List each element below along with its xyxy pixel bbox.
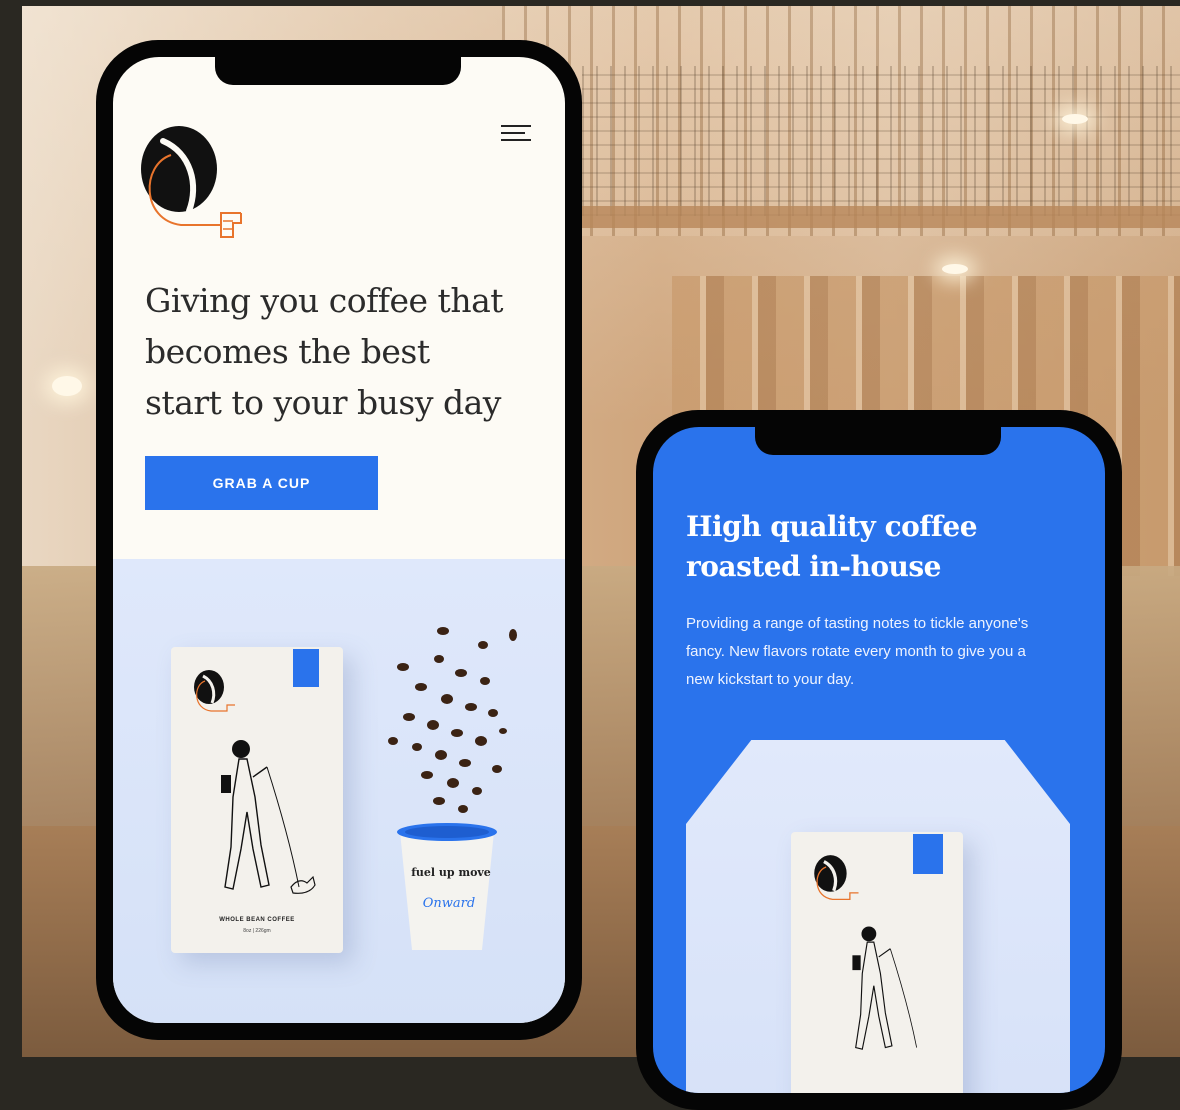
hero-heading: Giving you coffee that becomes the best … <box>145 281 504 422</box>
hamburger-menu-icon[interactable] <box>501 125 531 145</box>
bag-logo-icon <box>194 670 235 712</box>
bag-label: WHOLE BEAN COFFEE <box>219 917 295 923</box>
coffee-bag <box>791 832 963 1093</box>
section-body: Providing a range of tasting notes to ti… <box>686 615 1029 688</box>
bag-tag <box>913 834 943 874</box>
cup-text: fuel up move <box>411 866 491 879</box>
product-showcase-octagon <box>686 740 1070 1093</box>
section-heading: High quality coffee roasted in-house <box>686 510 978 583</box>
bag-logo-icon <box>814 855 859 901</box>
coffee-bag: WHOLE BEAN COFFEE 8oz | 226gm <box>171 647 343 953</box>
phone-mockup-about: High quality coffee roasted in-house Pro… <box>636 410 1122 1110</box>
walking-woman-illustration <box>221 740 316 894</box>
phone-mockup-home: Giving you coffee that becomes the best … <box>96 40 582 1040</box>
bag-tag <box>293 649 319 687</box>
product-showcase: WHOLE BEAN COFFEE 8oz | 226gm fuel up mo… <box>113 559 565 1023</box>
wooden-beam <box>582 206 1180 228</box>
ceiling-lamp <box>52 376 82 396</box>
phone-notch <box>215 55 461 85</box>
phone-screen-home: Giving you coffee that becomes the best … <box>113 57 565 1023</box>
phone-screen-about: High quality coffee roasted in-house Pro… <box>653 427 1105 1093</box>
balcony-railing <box>582 66 1180 216</box>
phone-notch <box>755 425 1001 455</box>
coffee-beans-illustration <box>388 627 517 813</box>
walking-woman-illustration <box>852 926 918 1050</box>
ceiling-lamp <box>942 264 968 274</box>
cup-script-text: Onward <box>422 896 476 911</box>
bag-weight: 8oz | 226gm <box>243 928 271 934</box>
grab-a-cup-button[interactable]: GRAB A CUP <box>145 456 378 510</box>
coffee-bean-hand-logo <box>141 126 242 238</box>
coffee-cup: fuel up move Onward <box>396 822 506 952</box>
cup-shape <box>397 823 497 950</box>
ceiling-lamp <box>1062 114 1088 124</box>
